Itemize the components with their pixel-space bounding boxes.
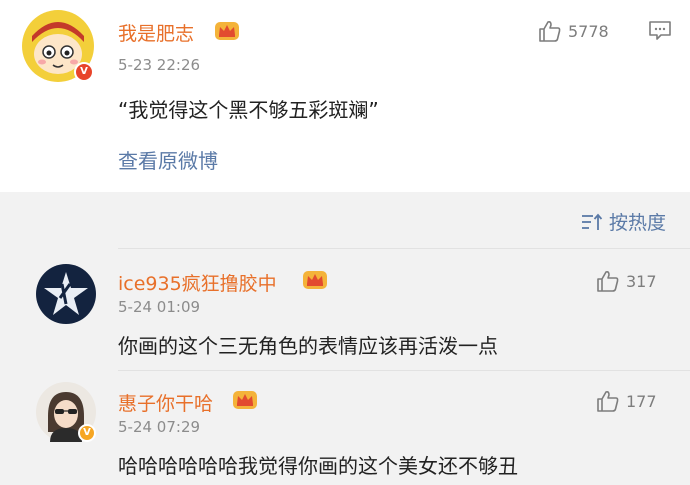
sort-icon	[581, 213, 603, 230]
commenter-name[interactable]: 惠子你干哈	[118, 389, 213, 416]
post-text: “我觉得这个黑不够五彩斑斓”	[118, 98, 379, 122]
commenter-avatar[interactable]: V	[36, 382, 96, 442]
verified-badge-icon: V	[74, 62, 94, 82]
crown-badge-icon	[303, 271, 327, 289]
divider	[118, 248, 690, 249]
sort-label: 按热度	[608, 212, 666, 234]
comment-text: 你画的这个三无角色的表情应该再活泼一点	[118, 334, 498, 358]
comment-like-count: 317	[626, 271, 657, 291]
thumbs-up-icon	[539, 21, 561, 42]
divider	[118, 370, 690, 371]
sort-by-hot-button[interactable]: 按热度	[581, 208, 666, 235]
verified-badge-icon: V	[78, 424, 96, 442]
crown-badge-icon	[215, 22, 239, 40]
comment-like-button[interactable]: 177	[596, 389, 657, 413]
commenter-avatar[interactable]	[36, 264, 96, 324]
view-original-link[interactable]: 查看原微博	[118, 145, 218, 174]
commenter-name[interactable]: ice935疯狂撸胶中	[118, 269, 277, 296]
original-post-card: V 我是肥志 5-23 22:26 5778 “我觉得这个黑不够五彩斑斓” 查看…	[0, 0, 690, 192]
post-like-count: 5778	[568, 21, 609, 41]
thumbs-up-icon	[597, 391, 619, 412]
comment-text: 哈哈哈哈哈哈我觉得你画的这个美女还不够丑	[118, 454, 518, 478]
comment-icon[interactable]	[648, 20, 672, 42]
post-author-name[interactable]: 我是肥志	[118, 19, 194, 46]
comment-like-count: 177	[626, 391, 657, 411]
comment-time: 5-24 01:09	[118, 298, 201, 316]
post-time: 5-23 22:26	[118, 56, 201, 74]
comment-like-button[interactable]: 317	[596, 269, 657, 293]
crown-badge-icon	[233, 391, 257, 409]
post-author-avatar[interactable]: V	[22, 10, 94, 82]
thumbs-up-icon	[597, 271, 619, 292]
comment-time: 5-24 07:29	[118, 418, 201, 436]
post-like-button[interactable]: 5778	[538, 19, 609, 43]
